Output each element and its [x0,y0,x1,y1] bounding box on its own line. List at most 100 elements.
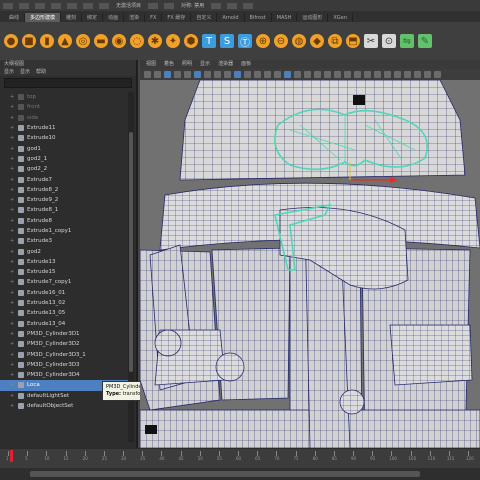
mirror-icon[interactable]: ⇋ [400,34,414,48]
shelf-tab[interactable]: Arnold [217,13,245,22]
outliner-item[interactable]: + Extrude8_1 [0,205,128,215]
outliner-item[interactable]: + Extrude8_2 [0,185,128,195]
menubar-item[interactable] [164,2,175,9]
shelf-tab[interactable]: 雕刻 [61,13,83,22]
expand-icon[interactable]: + [10,197,14,203]
viewport-tool-icon[interactable] [174,71,181,78]
outliner-item[interactable]: + Extrude8 [0,216,128,226]
text-icon[interactable]: T [202,34,216,48]
expand-icon[interactable]: + [10,238,14,244]
outliner-item[interactable]: + Extrude10 [0,133,128,143]
cylinder-icon[interactable]: ▮ [40,34,54,48]
expand-icon[interactable]: + [10,393,14,399]
expand-icon[interactable]: + [10,228,14,234]
menubar-item[interactable] [148,2,159,9]
viewport-tool-icon[interactable] [394,71,401,78]
menubar-item[interactable]: 对称: 禁用 [177,2,208,9]
outliner-item[interactable]: + god1 [0,143,128,153]
expand-icon[interactable]: + [10,115,14,121]
outliner-item[interactable]: + Extrude3 [0,236,128,246]
viewport-tool-icon[interactable] [294,71,301,78]
viewport-tool-icon[interactable] [434,71,441,78]
viewport-tool-icon[interactable] [144,71,151,78]
viewport-tool-icon[interactable] [164,71,171,78]
menubar-item[interactable] [67,2,77,9]
plane-icon[interactable]: ▬ [94,34,108,48]
menubar-item[interactable] [243,2,254,9]
viewport-tool-icon[interactable] [324,71,331,78]
menubar-item[interactable] [19,2,29,9]
outliner-item[interactable]: + Extrude13_04 [0,319,128,329]
outliner-item[interactable]: + god2 [0,246,128,256]
expand-icon[interactable]: + [10,166,14,172]
expand-icon[interactable]: + [10,218,14,224]
viewport-tool-icon[interactable] [334,71,341,78]
viewport-tool-icon[interactable] [314,71,321,78]
viewport-menu-item[interactable]: 显示 [200,60,210,69]
viewport-tool-icon[interactable] [184,71,191,78]
outliner-item[interactable]: + Extrude16_01 [0,288,128,298]
expand-icon[interactable]: + [10,362,14,368]
svg-icon[interactable]: S [220,34,234,48]
shelf-tab[interactable]: 绑定 [82,13,104,22]
viewport-tool-icon[interactable] [194,71,201,78]
outliner-item[interactable]: + PM3D_Cylinder3D3_1 [0,349,128,359]
outliner-item[interactable]: + side [0,113,128,123]
time-slider[interactable]: 1 5 10 15 20 25 30 35 40 45 50 55 60 65 70 75 80 85 90 95 10… [0,448,480,468]
sphere-soccer-icon[interactable]: ⬢ [184,34,198,48]
outliner-item[interactable]: + god2_1 [0,154,128,164]
outliner-item[interactable]: + Extrude7 [0,174,128,184]
outliner-item[interactable]: + PM3D_Cylinder3D2 [0,339,128,349]
bevel-icon[interactable]: ◆ [310,34,324,48]
outliner-item[interactable]: + front [0,102,128,112]
superellipse-icon[interactable]: ✦ [166,34,180,48]
shelf-tab[interactable]: FX [145,13,163,22]
pipe-icon[interactable]: ◌ [130,34,144,48]
expand-icon[interactable]: + [10,187,14,193]
shelf-tab[interactable]: XGen [328,13,353,22]
expand-icon[interactable]: + [10,259,14,265]
shelf-tab[interactable]: 动画 [103,13,125,22]
menubar-item[interactable] [227,2,238,9]
viewport-tool-icon[interactable] [244,71,251,78]
helix-icon[interactable]: ✱ [148,34,162,48]
separate-icon[interactable]: ⊖ [274,34,288,48]
shelf-tab[interactable]: 曲线 [4,13,26,22]
outliner-menu-display[interactable]: 显示 [4,68,14,76]
shelf-tab[interactable]: 多边形建模 [25,13,62,22]
outliner-item[interactable]: + Extrude1_copy1 [0,226,128,236]
outliner-item[interactable]: + Extrude15 [0,267,128,277]
viewport-tool-icon[interactable] [154,71,161,78]
expand-icon[interactable]: + [10,135,14,141]
expand-icon[interactable]: + [10,156,14,162]
viewport-3d[interactable] [140,80,480,448]
viewport-tool-icon[interactable] [354,71,361,78]
type-icon[interactable]: Ⓣ [238,34,252,49]
viewport-tool-icon[interactable] [274,71,281,78]
outliner-item[interactable]: + Extrude13 [0,257,128,267]
viewport-menu-item[interactable]: 面板 [241,60,251,69]
sphere-icon[interactable]: ● [4,34,18,48]
outliner-item[interactable]: + PM3D_Cylinder3D4 [0,370,128,380]
expand-icon[interactable]: + [10,269,14,275]
viewport-tool-icon[interactable] [214,71,221,78]
target-weld-icon[interactable]: ⊙ [382,34,396,48]
outliner-item[interactable]: + PM3D_Cylinder3D1 [0,329,128,339]
shelf-tab[interactable]: 渲染 [124,13,146,22]
viewport-tool-icon[interactable] [374,71,381,78]
extrude-icon[interactable]: ⬒ [346,34,360,48]
expand-icon[interactable]: + [10,310,14,316]
viewport-tool-icon[interactable] [304,71,311,78]
cone-icon[interactable]: ▲ [58,34,72,48]
viewport-menu-item[interactable]: 着色 [164,60,174,69]
expand-icon[interactable]: + [10,94,14,100]
menubar-item[interactable] [35,2,45,9]
expand-icon[interactable]: + [10,104,14,110]
expand-icon[interactable]: + [10,279,14,285]
expand-icon[interactable]: + [10,403,14,409]
expand-icon[interactable]: + [10,177,14,183]
cube-icon[interactable]: ■ [22,34,36,48]
viewport-menu-item[interactable]: 视图 [146,60,156,69]
current-time-marker[interactable] [10,450,13,462]
menubar-item[interactable]: 无激活项目 [112,2,145,9]
